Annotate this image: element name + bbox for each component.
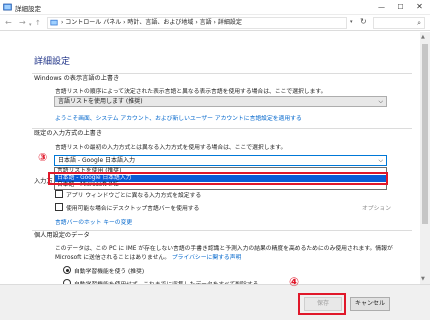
auto-learning-on-label: 自動学習機能を使う (推奨) <box>74 269 145 275</box>
personal-data-desc-2-text: Microsoft に送信されることはありません。 <box>55 255 171 261</box>
maximize-button[interactable]: ☐ <box>391 0 410 14</box>
minimize-button[interactable]: — <box>372 0 391 14</box>
close-button[interactable]: ✕ <box>410 0 429 14</box>
scroll-up-icon[interactable]: ▲ <box>421 34 425 40</box>
cancel-button[interactable]: キャンセル <box>350 297 390 311</box>
page-title: 詳細設定 <box>34 57 71 67</box>
highlight-box-4 <box>298 293 346 315</box>
apply-settings-link[interactable]: ようこそ画面、システム アカウント、および新しいユーザー アカウントに言語設定を… <box>55 113 302 122</box>
step-marker-4: ④ <box>289 275 300 289</box>
search-icon: ⌕ <box>417 19 421 27</box>
step-marker-3: ③ <box>38 151 48 164</box>
scroll-down-icon[interactable]: ▼ <box>421 276 425 282</box>
recent-dropdown-icon[interactable]: ▾ <box>29 20 32 30</box>
display-language-desc: 言語リストの順序によって決定された表示言語と異なる表示言語を使用する場合は、ここ… <box>55 89 327 95</box>
per-app-input-label: アプリ ウィンドウごとに異なる入力方式を設定する <box>66 193 202 199</box>
highlight-box-3 <box>48 172 388 185</box>
hotkey-link[interactable]: 言語バーのホット キーの変更 <box>55 217 132 226</box>
personal-data-title: 個人用設定のデータ <box>34 232 90 239</box>
refresh-icon[interactable]: ↻ <box>360 17 367 26</box>
language-bar-checkbox[interactable] <box>55 203 63 211</box>
control-panel-icon <box>3 3 12 11</box>
back-arrow-icon[interactable]: ← <box>5 18 12 28</box>
window-title: 詳細設定 <box>15 5 41 13</box>
scrollbar[interactable]: ▲ ▼ <box>420 32 430 284</box>
chevron-down-icon: ⌵ <box>378 98 383 105</box>
input-method-desc: 言語リストの最初の入力方式とは異なる入力方式を使用する場合は、ここで選択します。 <box>55 145 287 151</box>
address-bar: ← → ▾ ↑ › コントロール パネル › 時計、言語、および地域 › 言語 … <box>0 15 430 31</box>
scroll-thumb[interactable] <box>422 44 428 224</box>
auto-learning-radio-on[interactable] <box>63 266 71 274</box>
breadcrumb[interactable]: › コントロール パネル › 時計、言語、および地域 › 言語 › 詳細設定 <box>47 17 347 29</box>
display-language-value: 言語リストを使用します (推奨) <box>58 98 143 105</box>
chevron-down-icon: ⌵ <box>378 157 383 164</box>
breadcrumb-path: › コントロール パネル › 時計、言語、および地域 › 言語 › 詳細設定 <box>61 19 242 26</box>
input-method-value: 日本語 - Google 日本語入力 <box>58 157 136 164</box>
address-dropdown-icon[interactable]: ▾ <box>350 19 353 25</box>
forward-arrow-icon[interactable]: → <box>19 18 26 28</box>
search-input[interactable]: ⌕ <box>373 17 425 29</box>
title-bar: 詳細設定 — ☐ ✕ <box>0 0 430 15</box>
display-language-title: Windows の表示言語の上書き <box>34 75 120 82</box>
options-link[interactable]: オプション <box>362 203 391 212</box>
up-arrow-icon[interactable]: ↑ <box>35 18 41 28</box>
privacy-link[interactable]: プライバシーに関する声明 <box>172 255 241 261</box>
language-bar-label: 使用可能な場合にデスクトップ言語バーを使用する <box>66 206 200 212</box>
display-language-select[interactable]: 言語リストを使用します (推奨) ⌵ <box>54 96 387 107</box>
personal-data-desc-1: このデータは、この PC に IME が存在しない言語の手書き認識と予測入力の結… <box>55 246 393 252</box>
personal-data-desc-2: Microsoft に送信されることはありません。 プライバシーに関する声明 <box>55 252 241 261</box>
control-panel-icon <box>50 19 58 26</box>
per-app-input-checkbox[interactable] <box>55 190 63 198</box>
input-method-select[interactable]: 日本語 - Google 日本語入力 ⌵ <box>54 155 387 166</box>
input-method-title: 既定の入力方式の上書き <box>34 130 103 137</box>
